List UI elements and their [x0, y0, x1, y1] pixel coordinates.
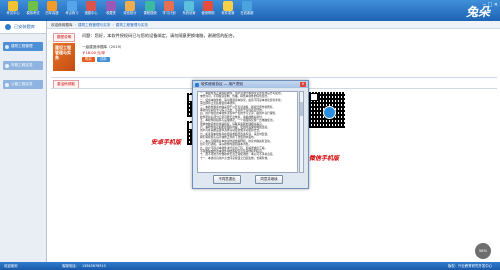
wechat-caption: 微信手机版	[309, 155, 340, 162]
toolbar-icon	[105, 1, 116, 11]
toolbar-icon	[125, 1, 135, 11]
toolbar-label: 考试中心	[6, 11, 20, 15]
toolbar-icon	[66, 1, 77, 11]
window-controls[interactable]: ─ □ ✕	[483, 2, 498, 8]
toolbar-icon	[183, 1, 194, 11]
scrollbar[interactable]	[299, 91, 304, 173]
toolbar-item-6[interactable]: 成绩统计	[120, 1, 140, 21]
toolbar-item-11[interactable]: 软件更新	[218, 1, 238, 21]
close-icon[interactable]: ✕	[300, 81, 306, 87]
zoom-badge[interactable]: 58%	[475, 243, 491, 259]
toolbar-item-3[interactable]: 考点练习	[62, 1, 82, 21]
book-cover: 建设工程管理与实务	[53, 43, 75, 71]
top-toolbar: 兔朵 ─ □ ✕ 考试中心 模拟考试 历年真题 考点练习 错题中心 收藏夹 成绩统计 课程视频…	[0, 0, 500, 21]
toolbar-icon	[8, 1, 18, 11]
toolbar-label: 课程视频	[143, 11, 156, 15]
toolbar-icon	[47, 1, 57, 11]
scroll-thumb[interactable]	[300, 102, 303, 116]
toolbar-item-9[interactable]: 系统设置	[179, 1, 199, 21]
toolbar-icon	[27, 1, 38, 11]
breadcrumb-root[interactable]: 欢迎使用题库	[51, 23, 73, 27]
toolbar-label: 在线客服	[240, 11, 254, 15]
toolbar-label: 历年真题	[45, 11, 59, 15]
disagree-button[interactable]: 不同意退出	[213, 175, 241, 184]
toolbar-icon	[86, 1, 96, 11]
dialog-title: 软件使用协议 — 用户须知	[193, 81, 308, 88]
toolbar-icon	[222, 1, 233, 11]
breadcrumb-crumb1[interactable]: 建筑工程管理与实务	[78, 23, 110, 27]
left-panel: 已安装题库 建筑工程管理 市政工程实务 公路工程实务	[0, 21, 47, 262]
android-caption: 安卓手机版	[151, 139, 182, 146]
status-phone-label: 客服电话：	[62, 264, 79, 268]
toolbar-label: 使用帮助	[201, 11, 215, 15]
toolbar-label: 系统设置	[182, 11, 195, 15]
wechat-icon	[323, 106, 336, 119]
toolbar-label: 软件更新	[221, 11, 234, 15]
agreement-line: 十一、本协议自用户点击同意按钮之日起生效，长期有效。	[200, 155, 270, 160]
installed-library-header[interactable]: 已安装题库	[0, 21, 46, 34]
toolbar-icon	[242, 1, 252, 11]
toolbar-item-1[interactable]: 模拟考试	[23, 1, 43, 21]
toolbar-icon	[144, 1, 155, 11]
buy-button[interactable]: 购买	[82, 57, 95, 62]
toolbar-label: 收藏夹	[105, 11, 116, 15]
status-welcome: 欢迎使用	[4, 264, 18, 268]
trial-button[interactable]: 试用	[96, 57, 110, 62]
status-copyright: 版权：兴业教育研究开发中心	[447, 264, 492, 268]
status-bar: 欢迎使用 客服电话： 13845678910 版权：兴业教育研究开发中心	[0, 262, 500, 270]
intro-chip[interactable]: 题型说明	[53, 33, 76, 42]
toolbar-item-8[interactable]: 学习计划	[159, 1, 179, 21]
toolbar-label: 成绩统计	[123, 11, 137, 15]
toolbar-icon	[164, 1, 174, 11]
toolbar-item-4[interactable]: 错题中心	[81, 1, 101, 21]
agree-button[interactable]: 同意并继续	[255, 175, 283, 184]
breadcrumb: 欢迎使用题库 › 建筑工程管理与实务 › 建筑工程管理与实务	[47, 21, 500, 29]
book-info: 一级建造师题库（2019） ￥18.00 元/年 购买 试用	[82, 44, 124, 62]
agreement-dialog: 软件使用协议 — 用户须知 ✕ 一、本软件为正版授权软件，用户须遵守本协议全部条…	[192, 80, 309, 189]
toolbar-label: 错题中心	[84, 11, 98, 15]
toolbar-item-5[interactable]: 收藏夹	[101, 1, 121, 21]
breadcrumb-crumb2[interactable]: 建筑工程管理与实务	[116, 23, 148, 27]
toolbar-label: 模拟考试	[26, 11, 39, 15]
agreement-text-area[interactable]: 一、本软件为正版授权软件，用户须遵守本协议全部条款后方可使用， 未经许可，不得擅…	[197, 91, 298, 173]
toolbar-item-10[interactable]: 使用帮助	[198, 1, 218, 21]
toolbar-label: 学习计划	[162, 11, 176, 15]
toolbar-item-7[interactable]: 课程视频	[140, 1, 160, 21]
sidebar-item-2[interactable]: 市政工程实务	[3, 61, 43, 70]
toolbar-label: 考点练习	[65, 11, 78, 15]
toolbar-icon	[203, 1, 213, 11]
sidebar-item-3[interactable]: 公路工程实务	[3, 80, 43, 89]
status-phone: 13845678910	[82, 264, 106, 268]
toolbar-item-0[interactable]: 考试中心	[3, 1, 23, 21]
question-text: 问题：您好，本软件授权码已与您的设备绑定，请勿随意更换电脑，谢谢您的配合。	[82, 33, 237, 38]
divider	[51, 77, 497, 78]
toolbar-item-2[interactable]: 历年真题	[42, 1, 62, 21]
sidebar-item-1[interactable]: 建筑工程管理	[3, 42, 43, 51]
toolbar-item-12[interactable]: 在线客服	[237, 1, 257, 21]
